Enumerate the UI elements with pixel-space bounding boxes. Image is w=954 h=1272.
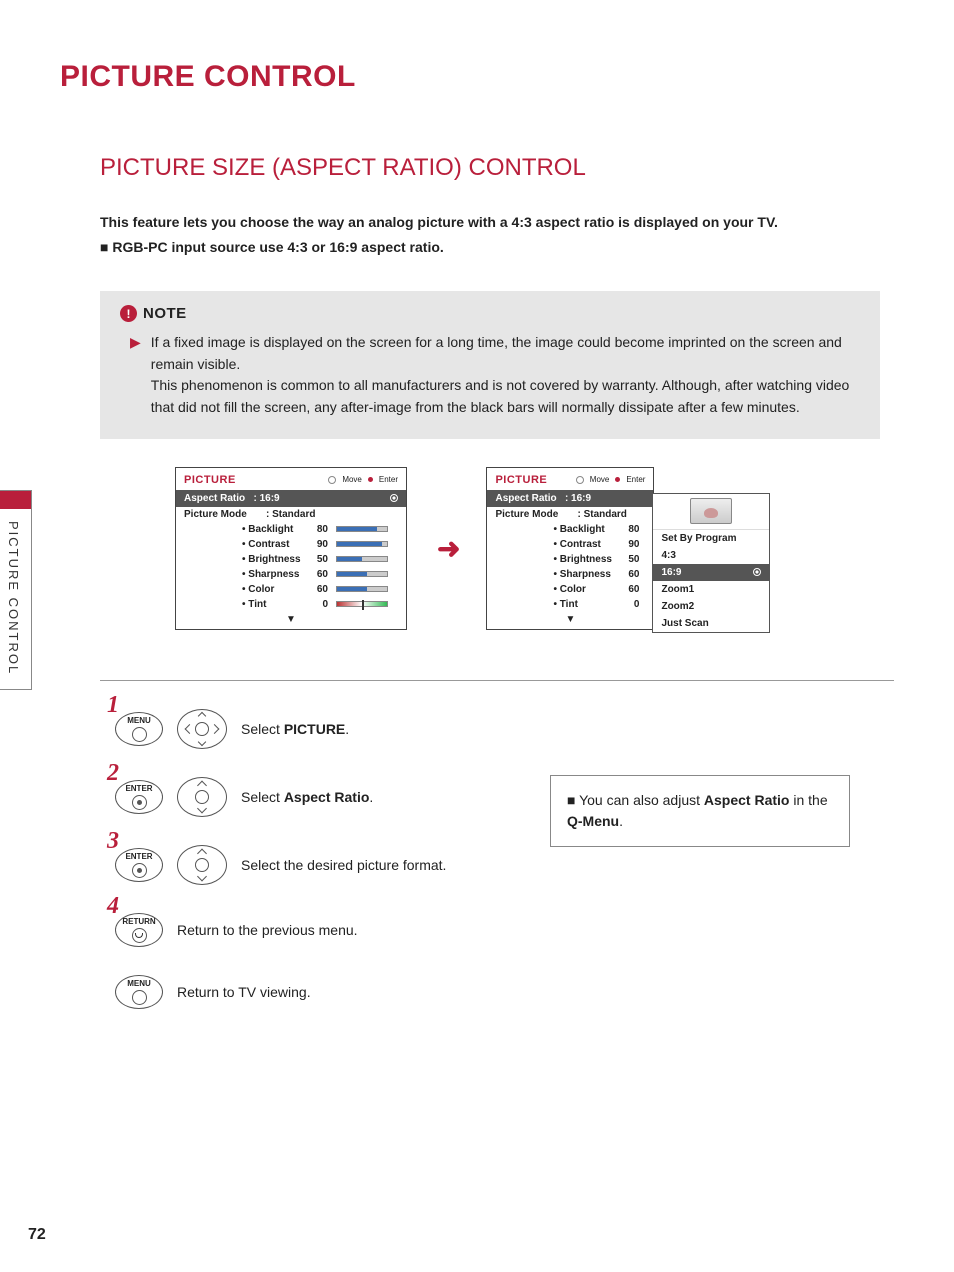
intro-text: This feature lets you choose the way an … [100,212,894,233]
osd-title: PICTURE [184,474,236,486]
intro-bullet-text: RGB-PC input source use 4:3 or 16:9 aspe… [112,239,443,255]
page-number: 72 [28,1226,46,1244]
osd-item[interactable]: • Color60 [176,582,406,597]
preview-thumbnail [653,494,769,530]
osd-item[interactable]: • Backlight80 [487,522,653,537]
side-tab-label: PICTURE CONTROL [0,509,27,687]
side-tab: PICTURE CONTROL [0,490,32,690]
note-title: NOTE [143,305,187,322]
osd-item[interactable]: • Tint0 [176,597,406,612]
osd-title: PICTURE [495,474,547,486]
osd-item[interactable]: • Backlight80 [176,522,406,537]
osd-selected-row[interactable]: Aspect Ratio : 16:9 [176,490,406,507]
enter-button-icon: ENTER [115,780,163,814]
intro-block: This feature lets you choose the way an … [100,212,894,255]
dpad-icon [177,777,227,817]
step-text: Select the desired picture format. [241,857,446,873]
tip-strong2: Q-Menu [567,813,619,829]
step-row: 3ENTERSelect the desired picture format. [115,845,894,885]
step-text: Return to the previous menu. [177,922,358,938]
tip-box: ■ You can also adjust Aspect Ratio in th… [550,775,850,847]
osd-mode-row[interactable]: Picture Mode: Standard [176,507,406,522]
osd-item[interactable]: • Color60 [487,582,653,597]
osd-item[interactable]: • Sharpness60 [176,567,406,582]
osd-selected-row[interactable]: Aspect Ratio : 16:9 [487,490,653,507]
steps-list: 1MENUSelect PICTURE.2ENTERSelect Aspect … [115,709,894,1009]
menu-button-icon: MENU [115,975,163,1009]
tip-strong1: Aspect Ratio [704,792,790,808]
aspect-option[interactable]: Set By Program [653,530,769,547]
osd-hints: Move Enter [576,475,646,484]
radio-icon [753,568,761,576]
aspect-option[interactable]: Just Scan [653,615,769,632]
step-number: 2 [107,760,119,787]
section-title: PICTURE SIZE (ASPECT RATIO) CONTROL [100,154,894,182]
main-title: PICTURE CONTROL [60,60,894,94]
arrow-right-icon: ➜ [437,532,456,565]
tip-post: . [619,813,623,829]
aspect-option[interactable]: Zoom1 [653,581,769,598]
step-text: Select PICTURE. [241,721,349,737]
aspect-option[interactable]: 4:3 [653,547,769,564]
osd-item[interactable]: • Tint0 [487,597,653,612]
osd-right: PICTURE Move Enter Aspect Ratio : 16:9 P… [486,467,654,630]
aspect-popup: Set By Program4:316:9Zoom1Zoom2Just Scan [652,493,770,633]
enter-button-icon: ENTER [115,848,163,882]
tip-mid: in the [789,792,827,808]
step-row: 4RETURNReturn to the previous menu. [115,913,894,947]
step-number: 1 [107,692,119,719]
menu-button-icon: MENU [115,712,163,746]
note-text: If a fixed image is displayed on the scr… [151,332,860,419]
osd-row: PICTURE Move Enter Aspect Ratio : 16:9 P… [175,467,894,630]
osd-item[interactable]: • Brightness50 [176,552,406,567]
radio-icon [390,494,398,502]
osd-hints: Move Enter [328,475,398,484]
aspect-option[interactable]: Zoom2 [653,598,769,615]
step-number: 3 [107,828,119,855]
intro-bullet: ■ RGB-PC input source use 4:3 or 16:9 as… [100,239,894,255]
more-icon: ▼ [176,612,406,629]
step-text: Select Aspect Ratio. [241,789,373,805]
alert-icon: ! [120,305,137,322]
return-button-icon: RETURN [115,913,163,947]
tip-pre: You can also adjust [579,792,704,808]
step-row: 1MENUSelect PICTURE. [115,709,894,749]
osd-item[interactable]: • Sharpness60 [487,567,653,582]
osd-mode-row[interactable]: Picture Mode: Standard [487,507,653,522]
osd-item[interactable]: • Contrast90 [487,537,653,552]
step-row: MENU Return to TV viewing. [115,975,894,1009]
step-text: Return to TV viewing. [177,984,311,1000]
note-box: ! NOTE ▶ If a fixed image is displayed o… [100,291,880,439]
triangle-icon: ▶ [130,332,141,419]
osd-left: PICTURE Move Enter Aspect Ratio : 16:9 P… [175,467,407,630]
more-icon: ▼ [487,612,653,629]
dpad-icon [177,845,227,885]
step-number: 4 [107,893,119,920]
dpad-icon [177,709,227,749]
osd-item[interactable]: • Brightness50 [487,552,653,567]
aspect-option[interactable]: 16:9 [653,564,769,581]
osd-item[interactable]: • Contrast90 [176,537,406,552]
divider [100,680,894,681]
